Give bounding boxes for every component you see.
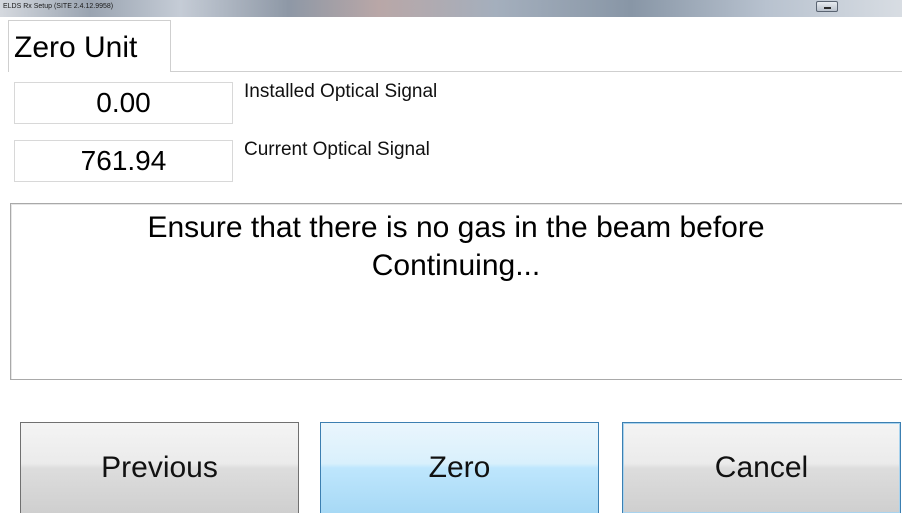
title-bar: ELDS Rx Setup (SITE 2.4.12.9958) [0, 0, 902, 17]
instruction-message: Ensure that there is no gas in the beam … [147, 211, 765, 282]
installed-signal-label: Installed Optical Signal [244, 81, 438, 102]
installed-signal-value: 0.00 [14, 82, 233, 124]
cancel-button[interactable]: Cancel [622, 422, 901, 513]
tab-divider [171, 71, 902, 72]
current-signal-label: Current Optical Signal [244, 139, 430, 160]
window-title: ELDS Rx Setup (SITE 2.4.12.9958) [3, 3, 114, 10]
zero-button[interactable]: Zero [320, 422, 599, 513]
current-signal-value: 761.94 [14, 140, 233, 182]
minimize-icon[interactable] [816, 1, 838, 12]
previous-button[interactable]: Previous [20, 422, 299, 513]
tab-zero-unit[interactable]: Zero Unit [8, 20, 171, 72]
